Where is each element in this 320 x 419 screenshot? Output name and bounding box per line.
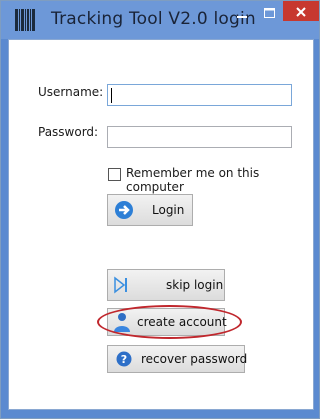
remember-me-checkbox[interactable] <box>108 168 121 181</box>
barcode-icon <box>15 9 35 31</box>
password-label: Password: <box>38 125 99 139</box>
username-field[interactable] <box>107 84 292 106</box>
minimize-icon <box>237 16 247 18</box>
login-button-label: Login <box>152 203 185 217</box>
recover-password-label: recover password <box>141 352 248 366</box>
close-button[interactable] <box>283 1 319 21</box>
password-field[interactable] <box>107 126 292 148</box>
create-account-label: create account <box>137 315 227 329</box>
username-label: Username: <box>38 85 104 99</box>
text-caret <box>111 88 112 103</box>
maximize-icon <box>263 8 275 18</box>
skip-login-label: skip login <box>166 278 224 292</box>
create-account-button[interactable]: create account <box>107 308 227 336</box>
close-icon <box>296 7 306 17</box>
svg-text:?: ? <box>121 353 127 366</box>
minimize-button[interactable] <box>229 2 255 24</box>
remember-me-label[interactable]: Remember me on this computer <box>126 166 313 194</box>
recover-password-button[interactable]: ? recover password <box>107 345 248 373</box>
login-button[interactable]: Login <box>107 194 193 226</box>
maximize-button[interactable] <box>256 2 282 24</box>
user-icon <box>114 313 130 332</box>
help-icon: ? <box>116 351 132 367</box>
title-bar[interactable]: Tracking Tool V2.0 login <box>1 1 319 39</box>
login-form-area: Username: Password: Remember me on this … <box>8 39 314 410</box>
skip-login-button[interactable]: skip login <box>107 269 225 301</box>
login-window: Tracking Tool V2.0 login Username: Passw… <box>0 0 320 419</box>
window-title: Tracking Tool V2.0 login <box>51 9 256 29</box>
login-arrow-icon <box>115 201 133 219</box>
skip-forward-icon <box>114 276 127 294</box>
